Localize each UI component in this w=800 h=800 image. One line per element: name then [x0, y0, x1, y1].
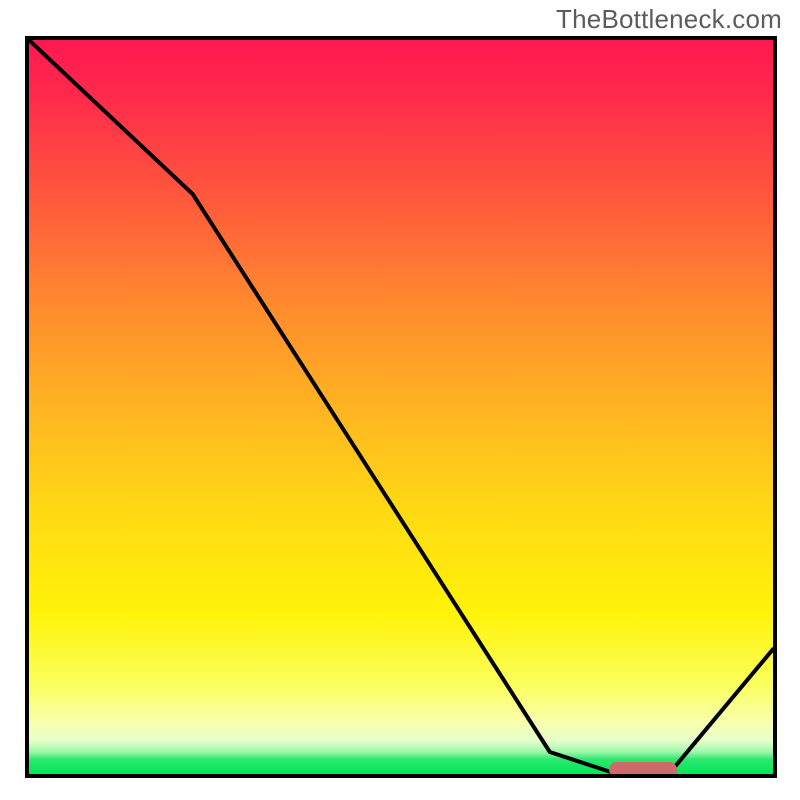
bottleneck-curve [29, 40, 773, 774]
curve-layer [29, 40, 773, 774]
watermark-text: TheBottleneck.com [556, 4, 782, 35]
flat-segment-marker [609, 762, 677, 777]
plot-frame [25, 36, 777, 778]
chart-container: TheBottleneck.com [0, 0, 800, 800]
